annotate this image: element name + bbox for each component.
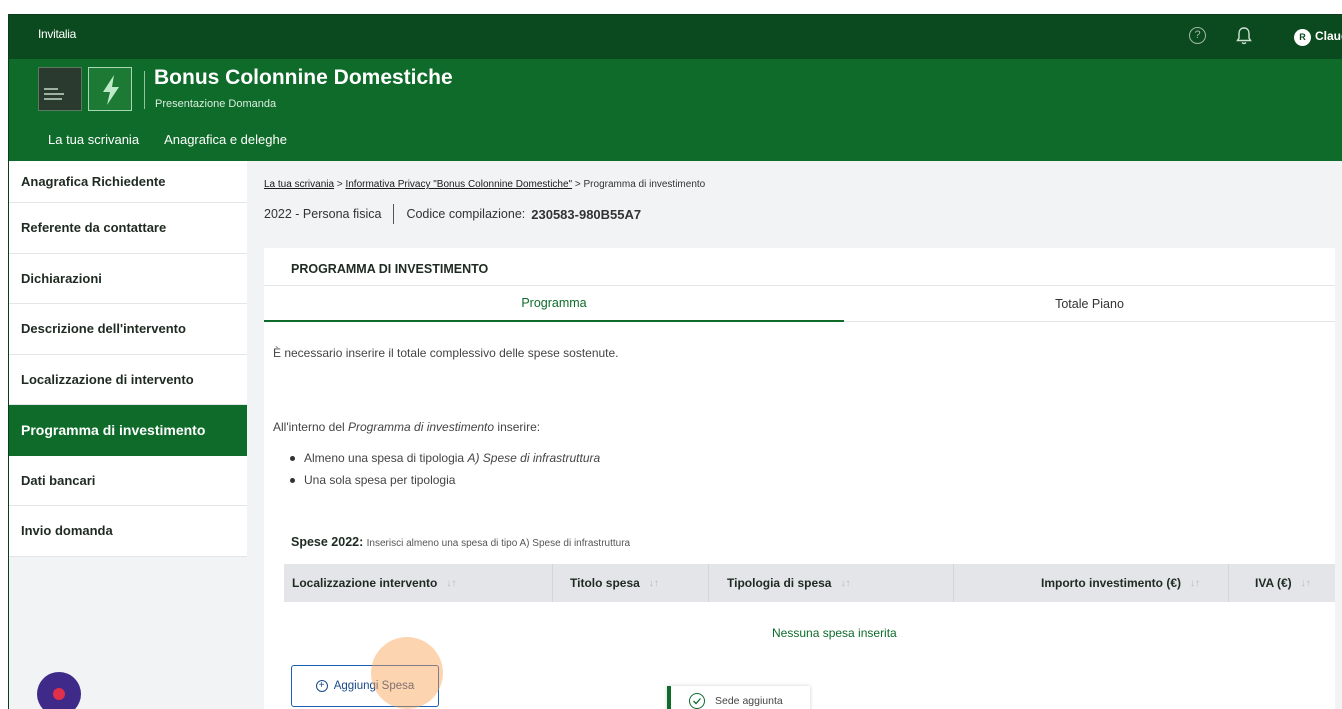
header-divider xyxy=(144,71,145,109)
sidebar-item-invio-domanda[interactable]: Invio domanda xyxy=(9,506,247,557)
sort-icon[interactable]: ↓↑ xyxy=(1190,578,1200,589)
list-item: Una sola spesa per tipologia xyxy=(290,473,600,487)
brand-label: Invitalia xyxy=(38,27,76,41)
bell-icon[interactable] xyxy=(1235,26,1253,46)
toast-text: Sede aggiunta xyxy=(715,695,783,707)
code-label: Codice compilazione: xyxy=(406,207,526,221)
sidebar-item-referente[interactable]: Referente da contattare xyxy=(9,203,247,254)
question-circle-icon[interactable]: ? xyxy=(1189,27,1206,44)
sort-icon[interactable]: ↓↑ xyxy=(649,578,659,589)
sort-icon[interactable]: ↓↑ xyxy=(840,578,850,589)
breadcrumb-scrivania[interactable]: La tua scrivania xyxy=(264,179,334,190)
column-header-titolo[interactable]: Titolo spesa ↓↑ xyxy=(570,564,659,602)
spese-hint: Inserisci almeno una spesa di tipo A) Sp… xyxy=(366,538,631,549)
requirements-list: Almeno una spesa di tipologia A) Spese d… xyxy=(290,451,600,495)
sidebar-item-dichiarazioni[interactable]: Dichiarazioni xyxy=(9,253,247,304)
spese-header: Spese 2022: Inserisci almeno una spesa d… xyxy=(291,535,630,549)
plus-circle-icon: + xyxy=(315,680,328,692)
program-intro-after: inserire: xyxy=(494,420,541,434)
breadcrumb: La tua scrivania > Informativa Privacy "… xyxy=(264,179,705,190)
year-type: 2022 - Persona fisica xyxy=(264,207,382,221)
sidebar-item-anagrafica-richiedente[interactable]: Anagrafica Richiedente xyxy=(9,161,247,203)
toast-notification: Sede aggiunta xyxy=(667,686,810,709)
check-circle-icon xyxy=(689,693,705,709)
main-nav: La tua scrivania Anagrafica e deleghe xyxy=(48,132,287,147)
add-spesa-button[interactable]: + Aggiungi Spesa xyxy=(291,665,439,707)
breadcrumb-sep: > xyxy=(336,179,343,190)
column-header-tipologia[interactable]: Tipologia di spesa ↓↑ xyxy=(727,564,850,602)
column-header-importo[interactable]: Importo investimento (€) ↓↑ xyxy=(1041,564,1200,602)
column-divider xyxy=(953,564,954,602)
bullet1-italic: A) Spese di infrastruttura xyxy=(467,451,601,465)
column-label: Importo investimento (€) xyxy=(1041,576,1182,590)
sidebar-item-dati-bancari[interactable]: Dati bancari xyxy=(9,455,247,506)
app-title: Bonus Colonnine Domestiche xyxy=(154,66,453,89)
sort-icon[interactable]: ↓↑ xyxy=(446,578,456,589)
bullet2-text: Una sola spesa per tipologia xyxy=(304,473,456,487)
column-label: Titolo spesa xyxy=(570,576,640,590)
user-name[interactable]: Claud xyxy=(1315,29,1342,43)
bullet1-text: Almeno una spesa di tipologia xyxy=(304,451,468,465)
column-label: Localizzazione intervento xyxy=(292,576,438,590)
breadcrumb-privacy[interactable]: Informativa Privacy "Bonus Colonnine Dom… xyxy=(345,179,572,190)
meta-divider xyxy=(393,204,395,224)
avatar[interactable]: R xyxy=(1294,29,1311,46)
column-divider xyxy=(1228,564,1229,602)
lightning-bolt-icon xyxy=(88,67,132,111)
column-divider xyxy=(708,564,709,602)
nav-la-tua-scrivania[interactable]: La tua scrivania xyxy=(48,132,139,147)
code-value: 230583-980B55A7 xyxy=(531,206,642,222)
assistant-fab[interactable] xyxy=(37,672,81,709)
card-title: PROGRAMMA DI INVESTIMENTO xyxy=(291,262,489,276)
sort-icon[interactable]: ↓↑ xyxy=(1301,578,1311,589)
tab-bar: Programma Totale Piano xyxy=(264,285,1335,322)
column-header-iva[interactable]: IVA (€) ↓↑ xyxy=(1255,564,1311,602)
application-meta: 2022 - Persona fisica Codice compilazion… xyxy=(264,204,641,224)
program-intro-italic: Programma di investimento xyxy=(348,420,495,434)
column-header-localizzazione[interactable]: Localizzazione intervento ↓↑ xyxy=(292,564,456,602)
app-header: Bonus Colonnine Domestiche Presentazione… xyxy=(9,59,1342,161)
empty-table-message: Nessuna spesa inserita xyxy=(772,626,897,640)
expenses-table-header: Localizzazione intervento ↓↑ Titolo spesa… xyxy=(284,564,1335,602)
sidebar-item-descrizione[interactable]: Descrizione dell'intervento xyxy=(9,304,247,355)
sidebar-item-localizzazione[interactable]: Localizzazione di intervento xyxy=(9,354,247,405)
app-window: Invitalia ? R Claud Bonus Colonnine Dome… xyxy=(8,14,1342,709)
column-label: Tipologia di spesa xyxy=(727,576,832,590)
investment-program-card: PROGRAMMA DI INVESTIMENTO Programma Tota… xyxy=(264,248,1335,709)
top-bar: Invitalia ? R Claud xyxy=(9,15,1342,59)
tab-totale-piano[interactable]: Totale Piano xyxy=(844,286,1335,322)
add-spesa-label: Aggiungi Spesa xyxy=(333,680,415,692)
program-intro-before: All'interno del xyxy=(273,420,348,434)
column-divider xyxy=(552,564,553,602)
sidebar: Anagrafica Richiedente Referente da cont… xyxy=(9,161,247,557)
breadcrumb-sep: > xyxy=(574,179,581,190)
instruction-text: È necessario inserire il totale compless… xyxy=(273,346,619,360)
nav-anagrafica-e-deleghe[interactable]: Anagrafica e deleghe xyxy=(164,132,287,147)
spese-label: Spese 2022: xyxy=(291,535,364,549)
list-item: Almeno una spesa di tipologia A) Spese d… xyxy=(290,451,600,465)
column-label: IVA (€) xyxy=(1255,576,1292,590)
program-logo xyxy=(38,67,82,111)
sidebar-item-programma[interactable]: Programma di investimento xyxy=(9,405,247,456)
program-intro: All'interno del Programma di investiment… xyxy=(273,420,540,434)
tab-programma[interactable]: Programma xyxy=(264,286,844,322)
app-subtitle: Presentazione Domanda xyxy=(155,98,277,110)
breadcrumb-current: Programma di investimento xyxy=(583,179,706,190)
